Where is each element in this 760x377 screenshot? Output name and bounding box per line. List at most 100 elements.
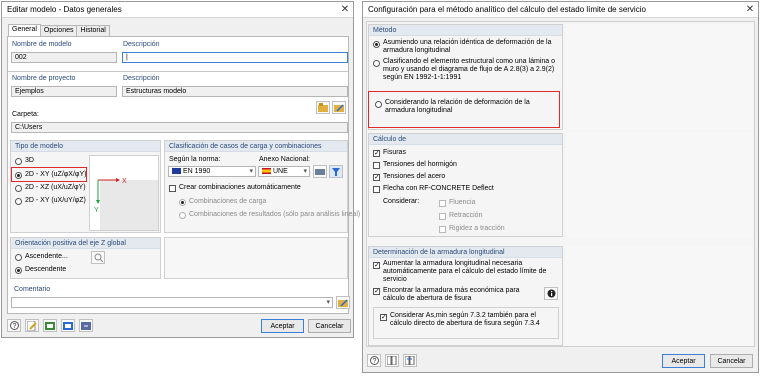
chevron-down-icon: ▾ (249, 168, 253, 175)
combo-load-label: Combinaciones de carga (189, 198, 267, 205)
model-type-diagram: X Y (89, 155, 159, 231)
calc-concrete-stress-label: Tensiones del hormigón (383, 161, 457, 168)
table-icon[interactable] (61, 319, 75, 332)
project-manager-icon[interactable] (316, 101, 330, 114)
consider-creep-checkbox[interactable] (439, 200, 446, 207)
orientation-zoom-icon[interactable] (91, 251, 105, 264)
tab-general[interactable]: General (8, 24, 41, 36)
calc-steel-stress-checkbox[interactable]: ✓ (373, 174, 380, 181)
tab-history[interactable]: Historial (76, 25, 110, 36)
model-type-header: Tipo de modelo (11, 141, 160, 152)
calc-cracks-label: Fisuras (383, 149, 406, 156)
svg-text:?: ? (12, 323, 16, 330)
method-identical-label: Asumiendo una relación idéntica de defor… (383, 39, 552, 54)
chevron-down-icon: ▾ (303, 168, 307, 175)
model-type-3d-label: 3D (25, 157, 34, 164)
reinf-increase-checkbox[interactable]: ✓ (373, 262, 380, 269)
annex-value: UNE (273, 168, 288, 175)
left-bottom-bar: ? Aceptar Cancelar (2, 315, 353, 337)
orientation-up-radio[interactable] (15, 254, 22, 261)
edit-model-dialog: Editar modelo - Datos generales ✕ Genera… (1, 1, 360, 338)
consider-tension-stiffening-checkbox[interactable] (439, 226, 446, 233)
title-bar: Configuración para el método analítico d… (363, 2, 758, 18)
annex-settings-icon[interactable] (313, 165, 327, 178)
project-name-field[interactable]: Ejemplos (11, 86, 117, 97)
as-min-box: ✓ Considerar As,min según 7.3.2 también … (373, 307, 559, 339)
model-type-2d-xy-planar-label: 2D - XY (uX/uY/φZ) (25, 197, 86, 204)
help-icon[interactable]: ? (7, 319, 21, 332)
reinforcement-preview-area (566, 246, 753, 346)
edit-project-icon[interactable] (332, 101, 346, 114)
model-type-3d-radio[interactable] (15, 158, 22, 165)
chevron-down-icon: ▾ (326, 299, 330, 306)
annex-label: Anexo Nacional: (259, 156, 310, 163)
tab-options[interactable]: Opciones (39, 25, 78, 36)
orientation-down-label: Descendente (25, 266, 67, 273)
orientation-empty-area (164, 237, 348, 279)
reinforcement-group: Determinación de la armadura longitudina… (368, 246, 563, 346)
method-preview-area (566, 24, 753, 130)
save-settings-icon[interactable] (403, 354, 417, 367)
model-type-2d-xz-radio[interactable] (15, 185, 22, 192)
folder-field[interactable]: C:\Users (11, 122, 348, 133)
method-header: Método (369, 25, 562, 36)
orientation-up-label: Ascendente... (25, 253, 68, 260)
consider-shrinkage-checkbox[interactable] (439, 213, 446, 220)
project-desc-field[interactable]: Estructuras modelo (122, 86, 348, 97)
consider-label: Considerar: (383, 198, 420, 205)
method-classify-radio[interactable] (373, 60, 380, 67)
annex-dropdown[interactable]: UNE ▾ (258, 166, 310, 177)
calc-header: Cálculo de (369, 134, 562, 145)
combo-load-radio[interactable] (179, 199, 186, 206)
reinf-asmin-checkbox[interactable]: ✓ (380, 314, 387, 321)
consider-tension-stiffening-label: Rigidez a tracción (449, 225, 505, 232)
norm-dropdown[interactable]: EN 1990 ▾ (168, 166, 256, 177)
eu-flag-icon (172, 168, 181, 175)
project-name-label: Nombre de proyecto (12, 75, 76, 82)
tab-strip: General Opciones Historial (8, 24, 110, 36)
general-panel: Nombre de modelo 002 Descripción | Nombr… (7, 36, 360, 314)
reinf-economic-checkbox[interactable]: ✓ (373, 288, 380, 295)
highlight-2d-xy (11, 167, 87, 182)
orientation-header: Orientación positiva del eje Z global (11, 238, 160, 249)
calc-deflection-checkbox[interactable] (373, 186, 380, 193)
help-icon[interactable]: ? (367, 354, 381, 367)
export-icon[interactable] (79, 319, 93, 332)
load-settings-icon[interactable] (385, 354, 399, 367)
dialog-title: Editar modelo - Datos generales (7, 5, 122, 14)
ok-button[interactable]: Aceptar (261, 319, 304, 333)
reinf-economic-label: Encontrar la armadura más económica para… (383, 287, 520, 302)
filter-icon[interactable] (329, 165, 343, 178)
reinf-asmin-label: Considerar As,min según 7.3.2 también pa… (390, 312, 540, 327)
model-type-2d-xy-planar-radio[interactable] (15, 198, 22, 205)
close-icon[interactable]: ✕ (337, 2, 353, 18)
method-identical-radio[interactable] (373, 41, 380, 48)
orientation-down-radio[interactable] (15, 267, 22, 274)
edit-icon[interactable] (25, 319, 39, 332)
calc-cracks-checkbox[interactable]: ✓ (373, 150, 380, 157)
cancel-button[interactable]: Cancelar (710, 354, 753, 368)
norm-value: EN 1990 (183, 168, 211, 175)
model-name-field[interactable]: 002 (11, 52, 117, 63)
combo-results-label: Combinaciones de resultados (sólo para a… (189, 211, 361, 218)
folder-label: Carpeta: (12, 111, 39, 118)
title-bar: Editar modelo - Datos generales ✕ (2, 2, 353, 18)
right-bottom-bar: ? Aceptar Cancelar (363, 350, 758, 372)
info-icon[interactable] (544, 287, 558, 300)
calc-group: Cálculo de ✓ Fisuras Tensiones del hormi… (368, 133, 563, 237)
close-icon[interactable]: ✕ (742, 2, 758, 18)
calc-concrete-stress-checkbox[interactable] (373, 162, 380, 169)
comment-dropdown[interactable]: ▾ (11, 297, 333, 308)
diagram-y-axis-label: Y (94, 207, 99, 214)
ok-button[interactable]: Aceptar (662, 354, 705, 368)
description-field[interactable]: | (122, 52, 348, 63)
method-classify-label: Clasificando el elemento estructural com… (383, 58, 555, 81)
cancel-button[interactable]: Cancelar (308, 319, 351, 333)
description-label: Descripción (123, 41, 160, 48)
calc-preview-area (566, 133, 753, 237)
import-icon[interactable] (43, 319, 57, 332)
calc-steel-stress-label: Tensiones del acero (383, 173, 446, 180)
combo-results-radio[interactable] (179, 212, 186, 219)
comment-edit-icon[interactable] (336, 296, 350, 309)
create-combos-checkbox[interactable] (169, 185, 176, 192)
